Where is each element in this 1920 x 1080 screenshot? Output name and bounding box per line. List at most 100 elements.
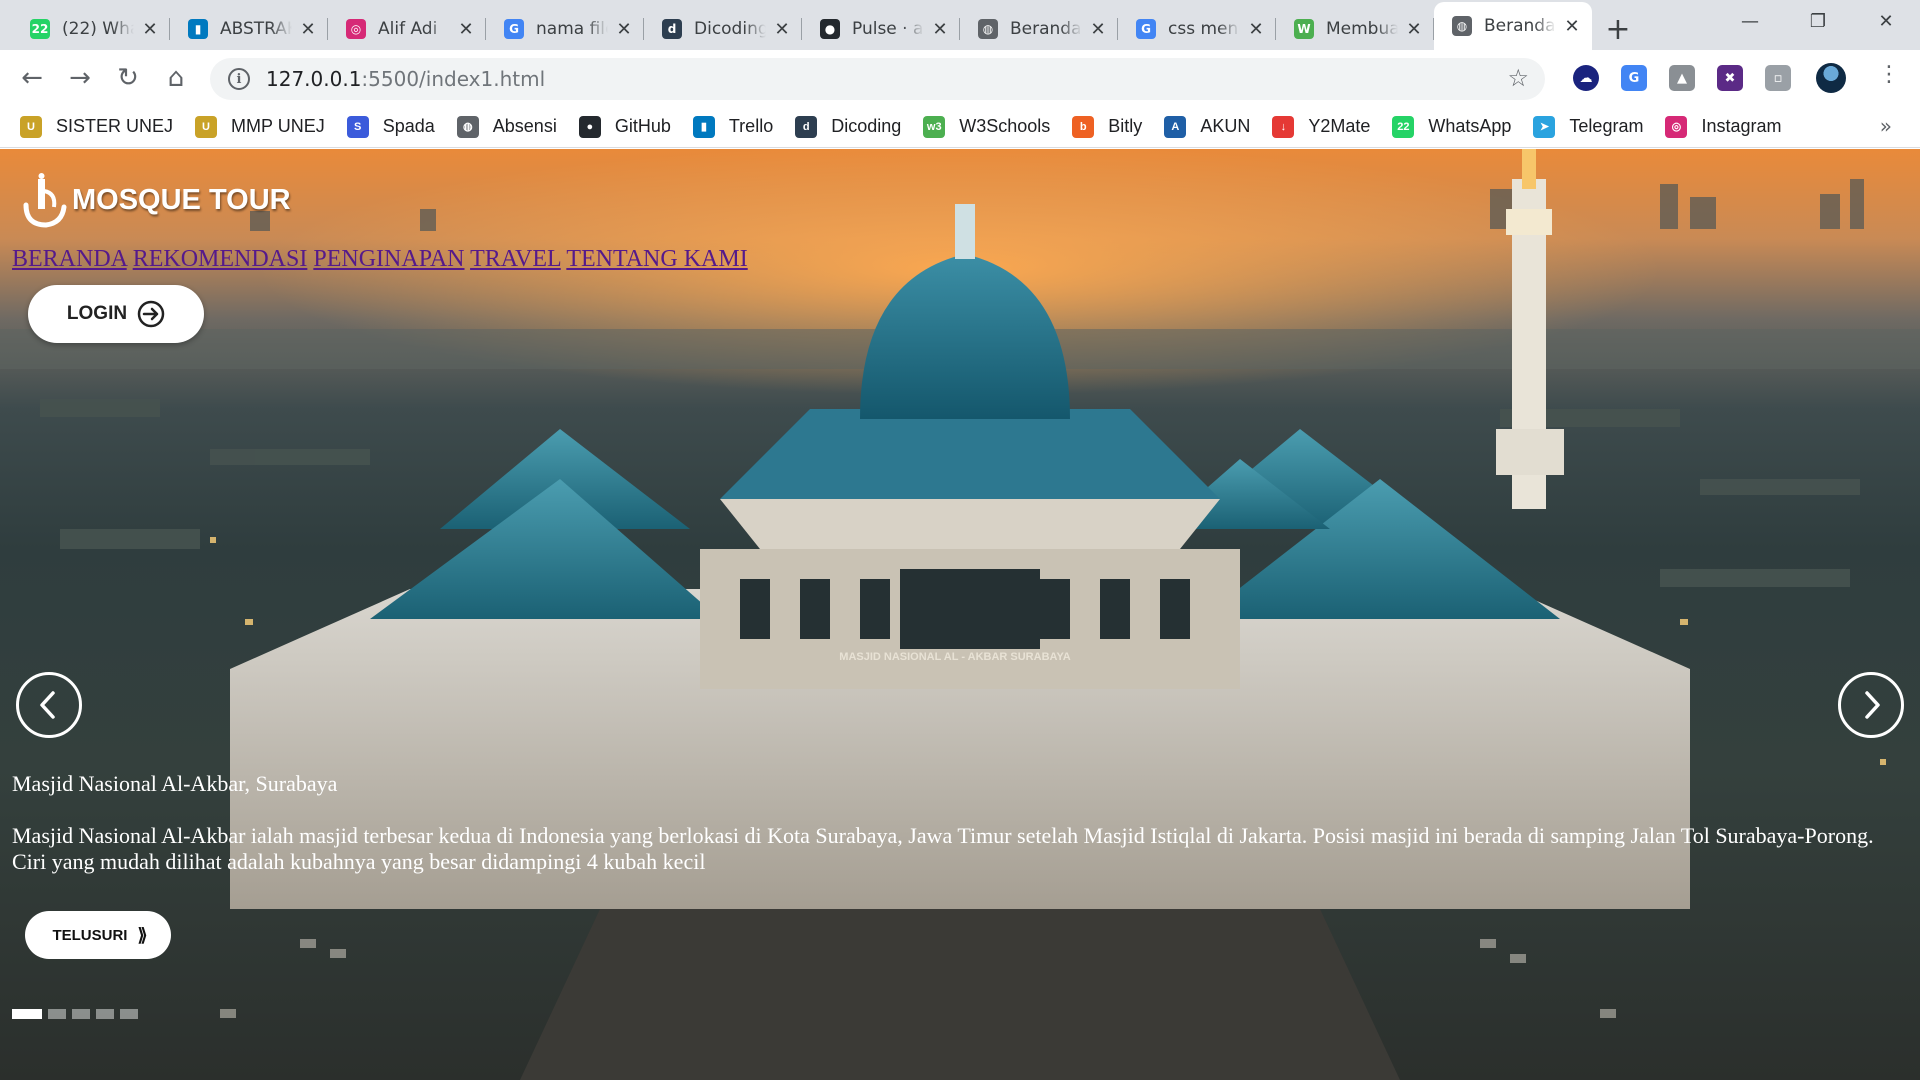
carousel-next-button[interactable] (1838, 672, 1904, 738)
browser-tab[interactable]: ◎ Alif Adi ✕ (328, 8, 486, 50)
carousel-prev-button[interactable] (16, 672, 82, 738)
nav-link-travel[interactable]: TRAVEL (470, 246, 561, 272)
browser-tab[interactable]: 22 (22) WhatsApp ✕ (12, 8, 170, 50)
bookmarks-bar: U SISTER UNEJ U MMP UNEJ S Spada ◍ Absensi ● GitH… (0, 106, 1920, 148)
tab-close-icon[interactable]: ✕ (1404, 19, 1424, 40)
forward-button[interactable]: → (56, 58, 104, 98)
bookmark-label: Telegram (1569, 116, 1644, 136)
browser-tab[interactable]: W Membuat ✕ (1276, 8, 1434, 50)
home-button[interactable]: ⌂ (152, 58, 200, 98)
tab-title: Pulse · alif (852, 19, 924, 39)
profile-avatar[interactable] (1816, 63, 1846, 93)
bookmark-label: Absensi (492, 116, 557, 136)
bookmark-item[interactable]: 22 WhatsApp (1392, 115, 1511, 138)
browser-tab[interactable]: Gnama file ✕ (486, 8, 644, 50)
tab-title: ABSTRAK (220, 19, 292, 39)
dicoding-icon: d (662, 19, 682, 39)
carousel-indicator[interactable] (72, 1009, 90, 1019)
bookmark-label: Trello (728, 116, 774, 136)
carousel-indicator[interactable] (12, 1009, 42, 1019)
bookmark-item[interactable]: ➤ Telegram (1533, 115, 1644, 138)
w3schools-icon: W (1294, 19, 1314, 39)
y2mate-icon: ↓ (1272, 115, 1295, 138)
bookmark-label: SISTER UNEJ (56, 116, 174, 136)
tab-title: (22) WhatsApp (62, 19, 134, 39)
bookmark-item[interactable]: A AKUN (1164, 115, 1251, 138)
carousel-indicators (12, 1009, 138, 1019)
minimize-button[interactable]: — (1716, 0, 1784, 42)
tab-close-icon[interactable]: ✕ (614, 19, 634, 40)
browser-tab[interactable]: ● Pulse · alif ✕ (802, 8, 960, 50)
purple-extension-icon[interactable]: ✖ (1717, 65, 1743, 91)
nav-link-rekomendasi[interactable]: REKOMENDASI (133, 246, 308, 272)
bookmark-item[interactable]: S Spada (346, 115, 435, 138)
slide-description: Masjid Nasional Al-Akbar ialah masjid te… (12, 823, 1874, 874)
new-tab-button[interactable]: + (1598, 8, 1638, 50)
bookmark-item[interactable]: b Bitly (1072, 115, 1142, 138)
chevron-right-icon (1865, 691, 1880, 719)
globe-icon: ◍ (978, 19, 998, 39)
browser-tab[interactable]: ▮ ABSTRAK ✕ (170, 8, 328, 50)
cloud-extension-icon[interactable]: ☁ (1573, 65, 1599, 91)
bookmark-label: Y2Mate (1308, 116, 1371, 136)
tab-close-icon[interactable]: ✕ (1562, 16, 1582, 37)
bookmark-item[interactable]: ◎ Instagram (1665, 115, 1782, 138)
bookmarks-list: U SISTER UNEJ U MMP UNEJ S Spada ◍ Absensi ● GitH… (20, 115, 1804, 138)
bookmark-item[interactable]: ◍ Absensi (456, 115, 557, 138)
tab-title: Dicoding (694, 19, 766, 39)
tab-title: Beranda (1484, 16, 1556, 36)
tab-close-icon[interactable]: ✕ (1246, 19, 1266, 40)
mosque-logo-icon (16, 171, 70, 229)
nav-link-beranda[interactable]: BERANDA (12, 246, 127, 272)
login-button[interactable]: LOGIN (28, 285, 204, 343)
menu-icon[interactable]: ⋮ (1878, 64, 1900, 86)
bookmark-item[interactable]: w3 W3Schools (923, 115, 1050, 138)
tab-title: nama file (536, 19, 608, 39)
tab-close-icon[interactable]: ✕ (1088, 19, 1108, 40)
slide-title: Masjid Nasional Al-Akbar, Surabaya (12, 771, 338, 796)
tab-close-icon[interactable]: ✕ (772, 19, 792, 40)
close-window-button[interactable]: ✕ (1852, 0, 1920, 42)
bookmark-label: AKUN (1200, 116, 1251, 136)
address-bar[interactable]: i 127.0.0.1:5500/index1.html ☆ (210, 58, 1545, 100)
bookmark-item[interactable]: ● GitHub (578, 115, 671, 138)
chat-extension-icon[interactable]: ▫ (1765, 65, 1791, 91)
arrow-right-circle-icon (137, 300, 165, 328)
globe-icon: ◍ (1452, 16, 1472, 36)
browser-tab[interactable]: Gcss menu ✕ (1118, 8, 1276, 50)
drive-extension-icon[interactable]: ▲ (1669, 65, 1695, 91)
bookmark-item[interactable]: ▮ Trello (692, 115, 774, 138)
telusuri-button[interactable]: TELUSURI ⟩⟩ (25, 911, 171, 959)
browser-tab[interactable]: ◍ Beranda ✕ (960, 8, 1118, 50)
dicoding-icon: d (795, 115, 818, 138)
restore-button[interactable]: ❐ (1784, 0, 1852, 42)
w3schools-icon: w3 (923, 115, 946, 138)
nav-link-tentang-kami[interactable]: TENTANG KAMI (566, 246, 747, 272)
bookmark-item[interactable]: U SISTER UNEJ (20, 115, 174, 138)
translate-extension-icon[interactable]: G (1621, 65, 1647, 91)
carousel-indicator[interactable] (120, 1009, 138, 1019)
bookmark-item[interactable]: ↓ Y2Mate (1272, 115, 1371, 138)
reload-button[interactable]: ↻ (104, 58, 152, 98)
google-icon: G (504, 19, 524, 39)
carousel-indicator[interactable] (96, 1009, 114, 1019)
tab-close-icon[interactable]: ✕ (298, 19, 318, 40)
tab-title: css menu (1168, 19, 1240, 39)
tab-close-icon[interactable]: ✕ (140, 19, 160, 40)
bookmark-item[interactable]: U MMP UNEJ (195, 115, 325, 138)
browser-tab[interactable]: ◍ Beranda ✕ (1434, 2, 1592, 50)
tab-close-icon[interactable]: ✕ (930, 19, 950, 40)
site-info-icon[interactable]: i (228, 68, 250, 90)
more-bookmarks-icon[interactable]: » (1880, 114, 1892, 138)
carousel-indicator[interactable] (48, 1009, 66, 1019)
url-text[interactable]: 127.0.0.1:5500/index1.html (266, 67, 545, 91)
mosque-sign-text: MASJID NASIONAL AL - AKBAR SURABAYA (839, 651, 1070, 663)
back-button[interactable]: ← (8, 58, 56, 98)
browser-tab[interactable]: d Dicoding ✕ (644, 8, 802, 50)
tab-close-icon[interactable]: ✕ (456, 19, 476, 40)
nav-link-penginapan[interactable]: PENGINAPAN (313, 246, 464, 272)
google-icon: G (1136, 19, 1156, 39)
bookmark-star-icon[interactable]: ☆ (1507, 64, 1529, 92)
bookmark-item[interactable]: d Dicoding (795, 115, 901, 138)
site-logo[interactable]: MOSQUE TOUR (16, 171, 291, 229)
